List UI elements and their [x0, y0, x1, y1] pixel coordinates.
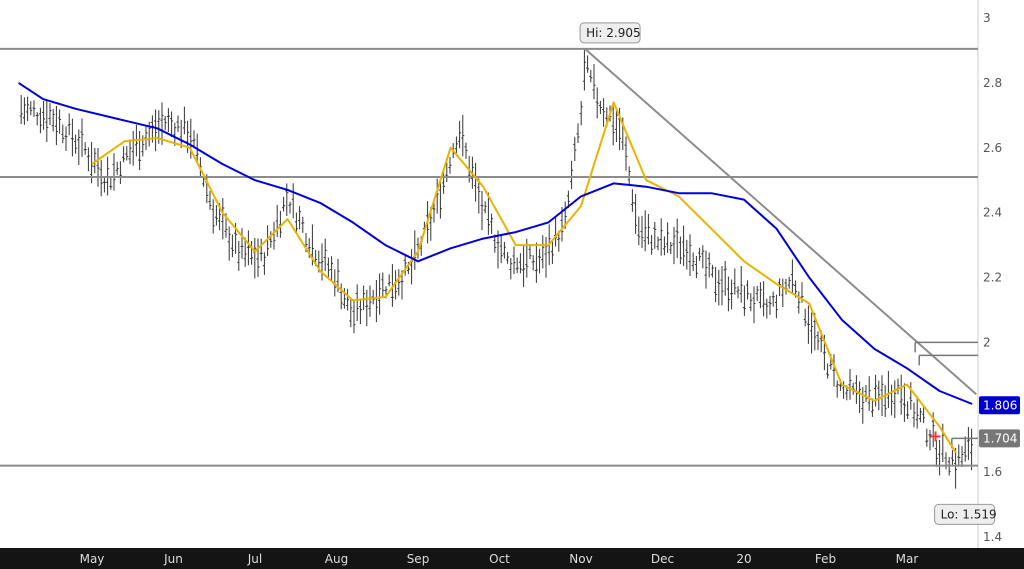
- y-tick-label: 2.2: [983, 271, 1002, 285]
- last-price-badge: 1.704: [979, 429, 1020, 448]
- high-callout-text: Hi: 2.905: [586, 26, 641, 40]
- slow-average-badge: 1.806: [979, 396, 1020, 415]
- x-tick-label: Oct: [489, 552, 510, 566]
- high-callout: Hi: 2.905: [579, 22, 641, 44]
- x-tick-label: Nov: [569, 552, 592, 566]
- y-tick-label: 2: [983, 335, 991, 349]
- x-tick-label: Mar: [896, 552, 919, 566]
- x-tick-label: 20: [736, 552, 751, 566]
- y-tick-label: 1.4: [983, 530, 1002, 544]
- x-tick-label: Jun: [163, 552, 183, 566]
- y-tick-label: 2.8: [983, 76, 1002, 90]
- low-callout: Lo: 1.519: [934, 503, 997, 525]
- x-tick-label: Jul: [247, 552, 262, 566]
- x-tick-label: Sep: [407, 552, 430, 566]
- x-tick-label: Feb: [815, 552, 836, 566]
- x-tick-label: May: [80, 552, 105, 566]
- price-chart[interactable]: 1.41.61.822.22.42.62.83 MayJunJulAugSepO…: [0, 0, 1024, 569]
- y-tick-label: 1.6: [983, 465, 1002, 479]
- x-tick-label: Dec: [651, 552, 674, 566]
- slow-average-badge-text: 1.806: [983, 398, 1017, 412]
- y-tick-label: 2.4: [983, 206, 1002, 220]
- y-tick-label: 2.6: [983, 141, 1002, 155]
- y-tick-label: 3: [983, 11, 991, 25]
- last-price-badge-text: 1.704: [983, 431, 1017, 445]
- x-axis-band: [0, 548, 1024, 569]
- x-tick-label: Aug: [325, 552, 348, 566]
- low-callout-text: Lo: 1.519: [941, 507, 997, 521]
